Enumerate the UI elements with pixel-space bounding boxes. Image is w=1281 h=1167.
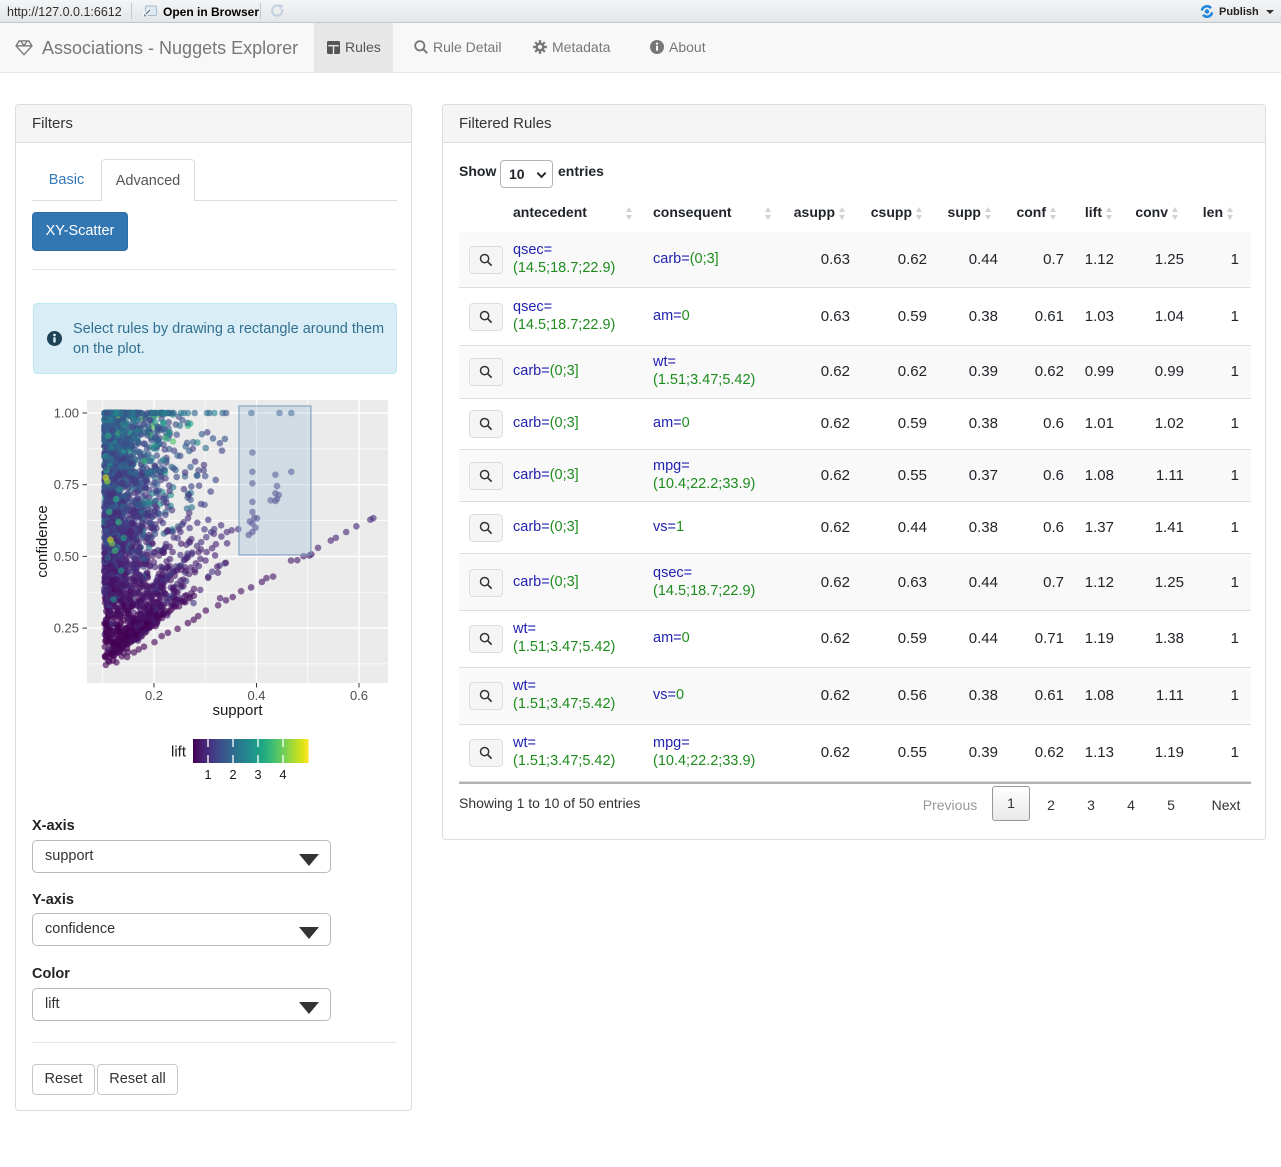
svg-text:1: 1 [204,767,211,782]
svg-text:support: support [212,702,263,719]
svg-text:lift: lift [171,744,187,761]
svg-text:0.50: 0.50 [54,549,79,564]
svg-text:0.25: 0.25 [54,621,79,636]
svg-text:2: 2 [229,767,236,782]
svg-text:0.4: 0.4 [247,688,265,703]
svg-text:0.75: 0.75 [54,477,79,492]
svg-text:1.00: 1.00 [54,406,79,421]
svg-text:4: 4 [279,767,286,782]
svg-text:3: 3 [254,767,261,782]
svg-text:0.6: 0.6 [350,688,368,703]
svg-text:confidence: confidence [34,505,51,578]
svg-text:0.2: 0.2 [145,688,163,703]
